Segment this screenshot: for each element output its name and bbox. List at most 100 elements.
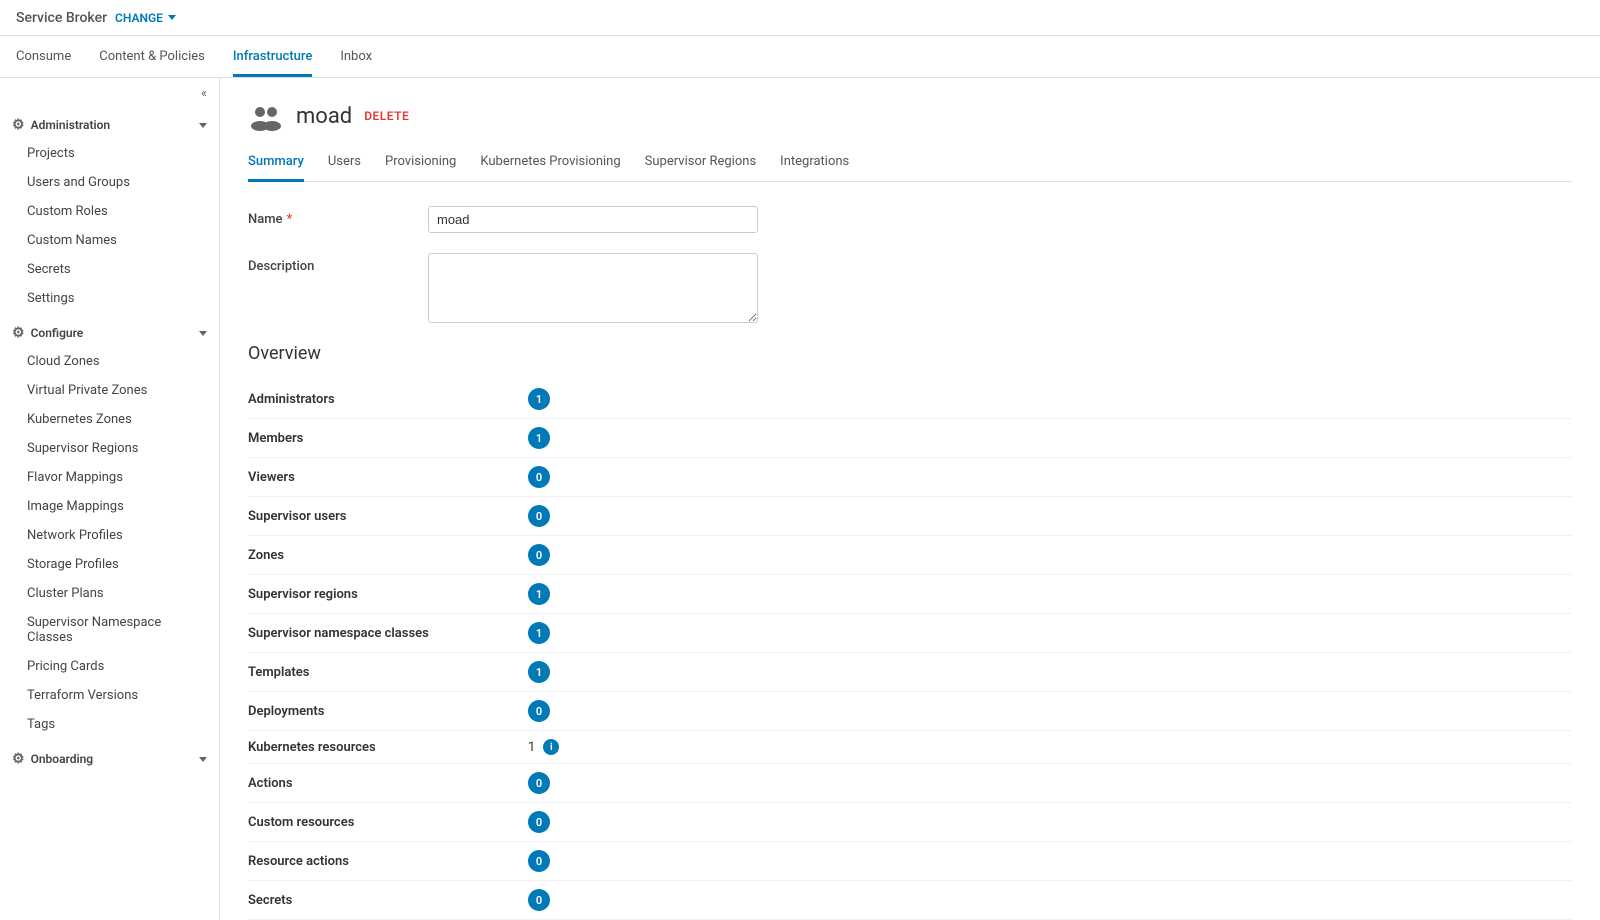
overview-badge: 1	[528, 388, 550, 410]
overview-row: Custom resources0	[248, 803, 1572, 842]
change-button[interactable]: CHANGE	[115, 11, 176, 25]
content-tabs: Summary Users Provisioning Kubernetes Pr…	[248, 154, 1572, 182]
sidebar-item-cluster-plans[interactable]: Cluster Plans	[0, 579, 219, 608]
overview-rows: Administrators1Members1Viewers0Superviso…	[248, 380, 1572, 920]
sidebar-section-onboarding-header[interactable]: ⚙ Onboarding	[0, 743, 219, 773]
project-icon	[248, 98, 284, 134]
sidebar-item-custom-roles[interactable]: Custom Roles	[0, 197, 219, 226]
sidebar-item-storage-profiles[interactable]: Storage Profiles	[0, 550, 219, 579]
overview-row-label: Kubernetes resources	[248, 740, 528, 755]
overview-row-label: Viewers	[248, 470, 528, 485]
overview-row: Secrets0	[248, 881, 1572, 920]
sidebar-item-cloud-zones[interactable]: Cloud Zones	[0, 347, 219, 376]
overview-row: Supervisor regions1	[248, 575, 1572, 614]
overview-row-label: Supervisor users	[248, 509, 528, 524]
configure-items: Cloud Zones Virtual Private Zones Kubern…	[0, 347, 219, 739]
required-star: *	[287, 212, 293, 227]
sidebar-item-virtual-private-zones[interactable]: Virtual Private Zones	[0, 376, 219, 405]
sidebar-section-onboarding: ⚙ Onboarding	[0, 743, 219, 773]
overview-badge: 0	[528, 811, 550, 833]
overview-row-value: 0	[528, 811, 550, 833]
name-input[interactable]	[428, 206, 758, 233]
sidebar-item-supervisor-namespace-classes[interactable]: Supervisor Namespace Classes	[0, 608, 219, 652]
description-textarea[interactable]	[428, 253, 758, 323]
administration-chevron-icon	[199, 123, 207, 128]
sidebar-item-custom-names[interactable]: Custom Names	[0, 226, 219, 255]
sidebar-item-settings[interactable]: Settings	[0, 284, 219, 313]
administration-gear-icon: ⚙	[12, 117, 25, 133]
overview-row-value: 0	[528, 772, 550, 794]
description-field-row: Description	[248, 253, 1572, 323]
description-label: Description	[248, 253, 428, 274]
overview-badge: 0	[528, 700, 550, 722]
sidebar-collapse-button[interactable]: «	[0, 78, 219, 109]
nav-tab-content-policies[interactable]: Content & Policies	[99, 36, 205, 77]
overview-row-value: 1	[528, 427, 550, 449]
sidebar-item-secrets[interactable]: Secrets	[0, 255, 219, 284]
overview-title: Overview	[248, 343, 1572, 364]
content-tab-summary[interactable]: Summary	[248, 154, 304, 182]
overview-info-icon[interactable]: i	[543, 739, 559, 755]
overview-row-value: 1	[528, 661, 550, 683]
sidebar-item-flavor-mappings[interactable]: Flavor Mappings	[0, 463, 219, 492]
overview-row-value: 0	[528, 466, 550, 488]
overview-badge: 0	[528, 544, 550, 566]
sidebar-item-supervisor-regions[interactable]: Supervisor Regions	[0, 434, 219, 463]
overview-row-value: 1	[528, 622, 550, 644]
overview-row-label: Actions	[248, 776, 528, 791]
sidebar-section-administration-header[interactable]: ⚙ Administration	[0, 109, 219, 139]
sidebar-item-tags[interactable]: Tags	[0, 710, 219, 739]
sidebar-item-users-groups[interactable]: Users and Groups	[0, 168, 219, 197]
overview-row: Viewers0	[248, 458, 1572, 497]
overview-row: Administrators1	[248, 380, 1572, 419]
sidebar-item-projects[interactable]: Projects	[0, 139, 219, 168]
overview-row-value: 0	[528, 505, 550, 527]
overview-badge: 0	[528, 889, 550, 911]
overview-badge: 1	[528, 427, 550, 449]
overview-row-label: Administrators	[248, 392, 528, 407]
sidebar-item-pricing-cards[interactable]: Pricing Cards	[0, 652, 219, 681]
overview-row-value: 0	[528, 889, 550, 911]
sidebar-item-network-profiles[interactable]: Network Profiles	[0, 521, 219, 550]
overview-row: Deployments0	[248, 692, 1572, 731]
overview-row: Actions0	[248, 764, 1572, 803]
content-tab-kubernetes-provisioning[interactable]: Kubernetes Provisioning	[480, 154, 620, 182]
overview-badge: 1	[528, 661, 550, 683]
overview-row-label: Custom resources	[248, 815, 528, 830]
sidebar-section-configure-header[interactable]: ⚙ Configure	[0, 317, 219, 347]
overview-section: Overview Administrators1Members1Viewers0…	[248, 343, 1572, 920]
onboarding-chevron-icon	[199, 757, 207, 762]
overview-row-label: Zones	[248, 548, 528, 563]
overview-row-value: 1	[528, 388, 550, 410]
content-tab-integrations[interactable]: Integrations	[780, 154, 849, 182]
sidebar-item-terraform-versions[interactable]: Terraform Versions	[0, 681, 219, 710]
configure-chevron-icon	[199, 331, 207, 336]
overview-row: Supervisor users0	[248, 497, 1572, 536]
content-tab-provisioning[interactable]: Provisioning	[385, 154, 456, 182]
sidebar: « ⚙ Administration Projects Users and Gr…	[0, 78, 220, 920]
overview-row-value: 1	[528, 583, 550, 605]
overview-badge: 0	[528, 505, 550, 527]
change-chevron-icon	[168, 15, 176, 20]
overview-row-label: Resource actions	[248, 854, 528, 869]
sidebar-item-image-mappings[interactable]: Image Mappings	[0, 492, 219, 521]
main-layout: « ⚙ Administration Projects Users and Gr…	[0, 78, 1600, 920]
overview-badge: 0	[528, 772, 550, 794]
configure-gear-icon: ⚙	[12, 325, 25, 341]
overview-row-value: 0	[528, 544, 550, 566]
sidebar-section-configure: ⚙ Configure Cloud Zones Virtual Private …	[0, 317, 219, 739]
top-bar: Service Broker CHANGE	[0, 0, 1600, 36]
delete-button[interactable]: DELETE	[364, 109, 409, 123]
content-tab-supervisor-regions[interactable]: Supervisor Regions	[645, 154, 756, 182]
content-area: moad DELETE Summary Users Provisioning K…	[220, 78, 1600, 920]
overview-row: Zones0	[248, 536, 1572, 575]
name-field-row: Name *	[248, 206, 1572, 233]
content-tab-users[interactable]: Users	[328, 154, 361, 182]
sidebar-item-kubernetes-zones[interactable]: Kubernetes Zones	[0, 405, 219, 434]
overview-badge: 0	[528, 466, 550, 488]
overview-row-label: Secrets	[248, 893, 528, 908]
overview-row: Members1	[248, 419, 1572, 458]
nav-tab-infrastructure[interactable]: Infrastructure	[233, 36, 313, 77]
nav-tab-consume[interactable]: Consume	[16, 36, 71, 77]
nav-tab-inbox[interactable]: Inbox	[340, 36, 372, 77]
